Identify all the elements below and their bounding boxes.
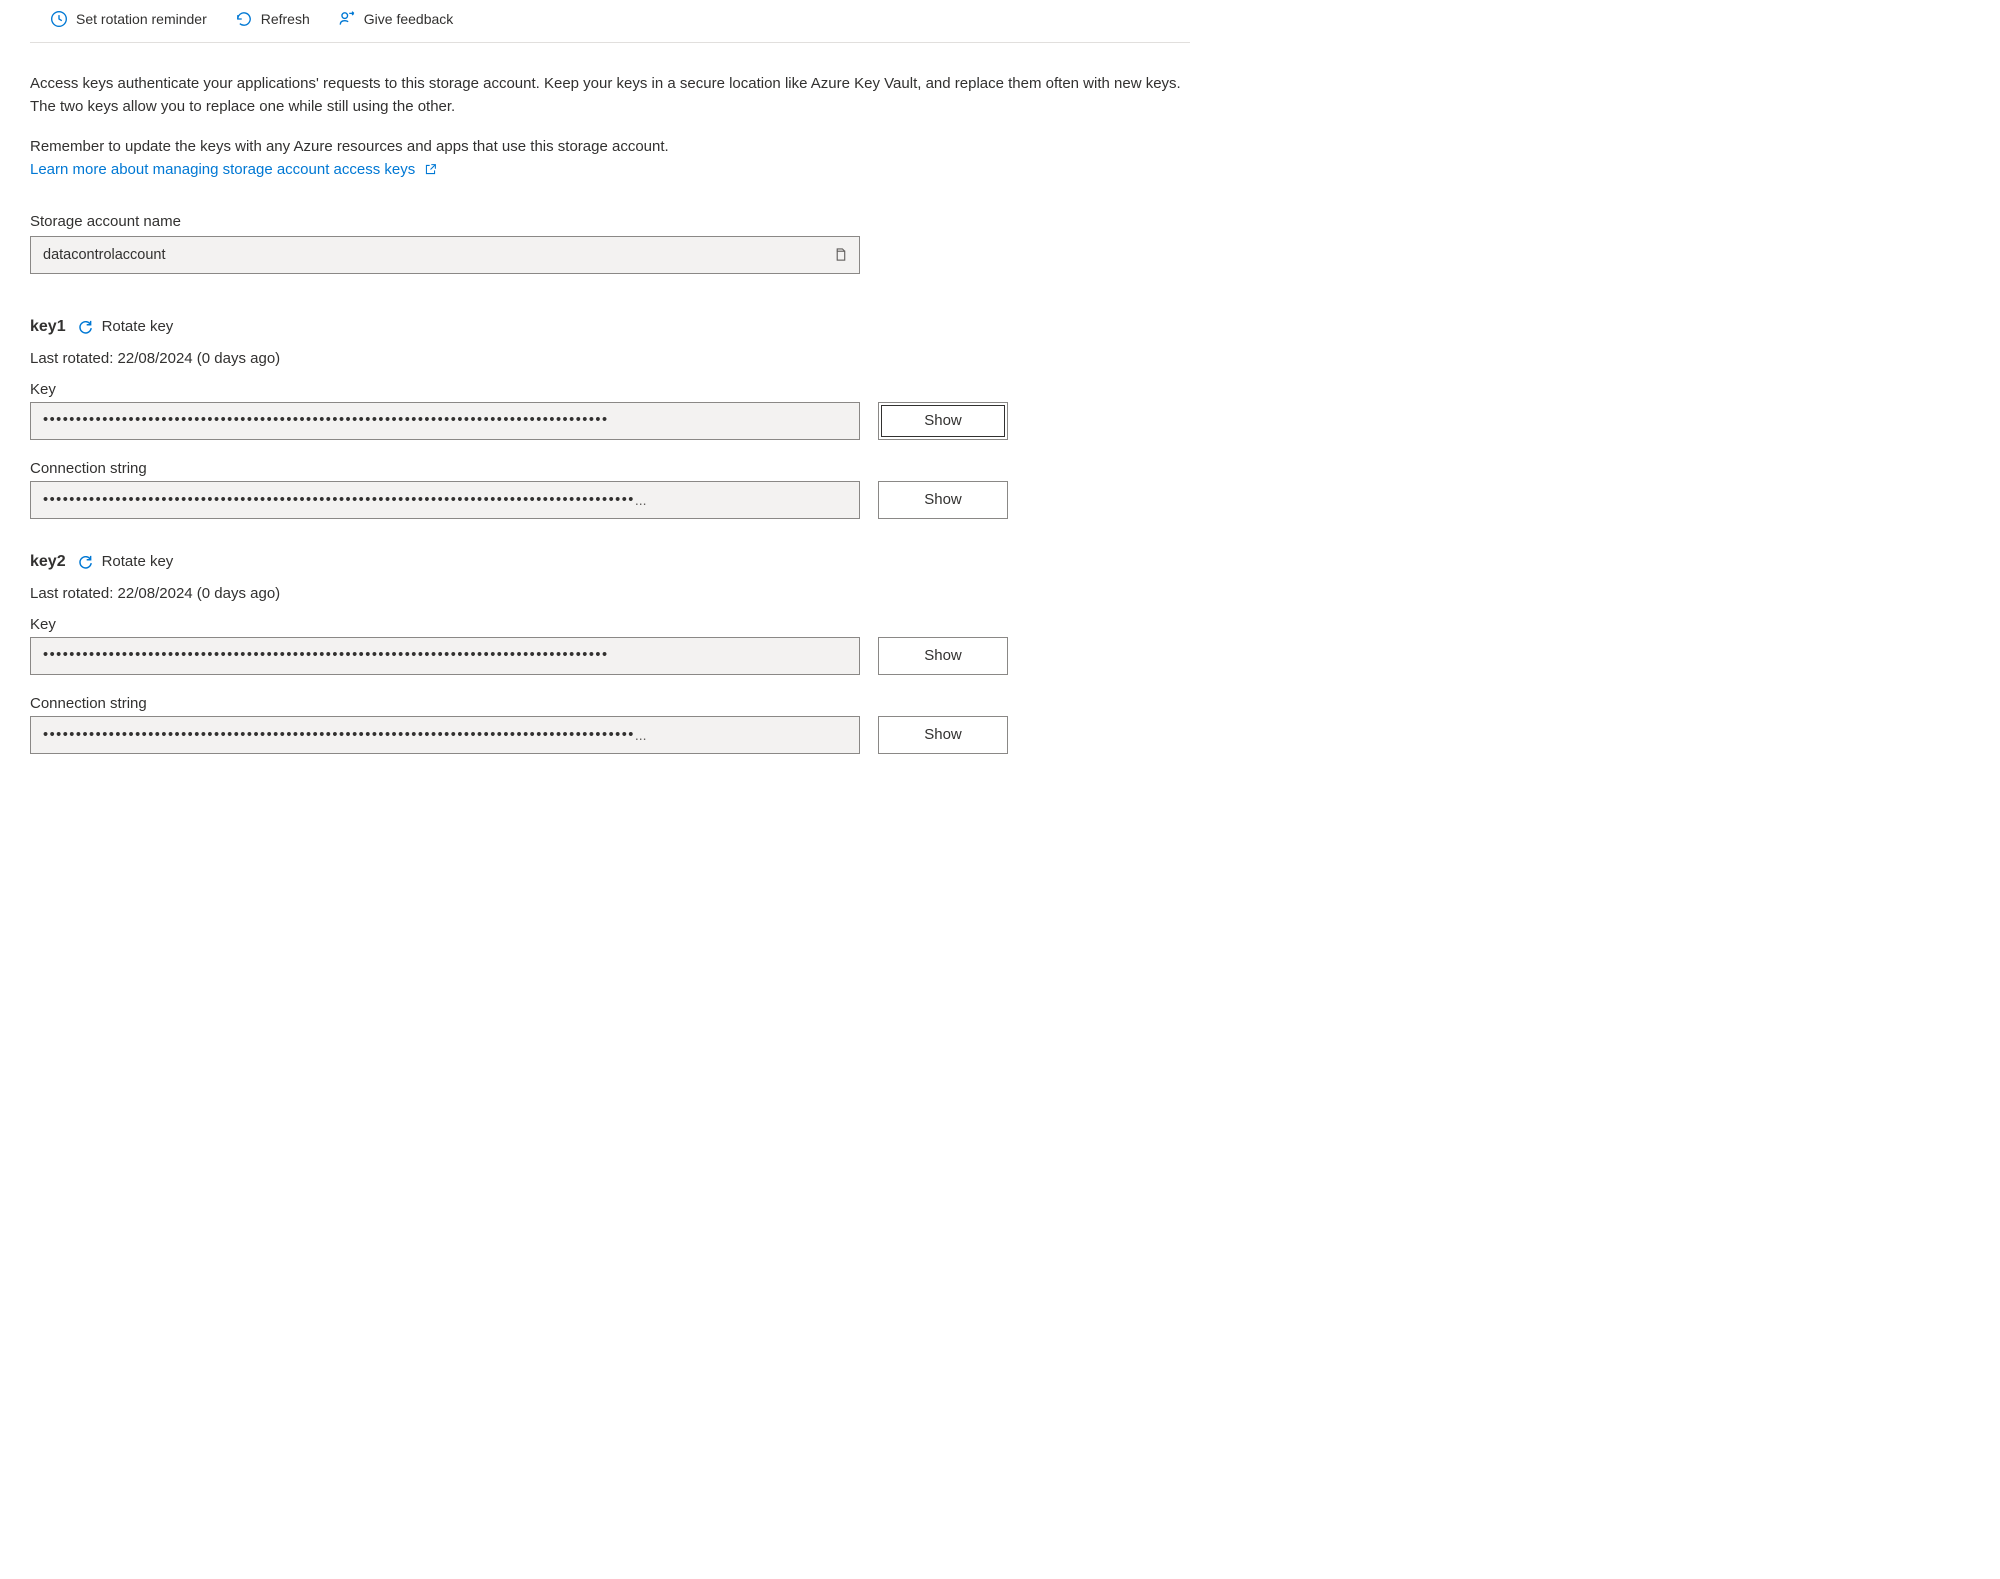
key2-key-field: ••••••••••••••••••••••••••••••••••••••••…	[30, 637, 860, 675]
clock-icon	[50, 10, 68, 28]
key1-conn-label: Connection string	[30, 460, 1190, 477]
refresh-button[interactable]: Refresh	[235, 10, 310, 28]
set-rotation-reminder-label: Set rotation reminder	[76, 11, 207, 27]
learn-more-label: Learn more about managing storage accoun…	[30, 161, 415, 178]
copy-storage-account-name-button[interactable]	[821, 237, 859, 273]
key1-conn-masked: ••••••••••••••••••••••••••••••••••••••••…	[31, 492, 859, 508]
refresh-icon	[235, 10, 253, 28]
key1-section: key1 Rotate key Last rotated: 22/08/2024…	[30, 318, 1190, 519]
learn-more-link[interactable]: Learn more about managing storage accoun…	[30, 161, 439, 179]
rotate-key2-button[interactable]: Rotate key	[76, 553, 174, 571]
key1-key-field: ••••••••••••••••••••••••••••••••••••••••…	[30, 402, 860, 440]
show-key1-button[interactable]: Show	[878, 402, 1008, 440]
key2-key-label: Key	[30, 616, 1190, 633]
reminder-text: Remember to update the keys with any Azu…	[30, 136, 1190, 159]
key2-conn-label: Connection string	[30, 695, 1190, 712]
set-rotation-reminder-button[interactable]: Set rotation reminder	[50, 10, 207, 28]
show-key1-conn-button[interactable]: Show	[878, 481, 1008, 519]
key2-last-rotated: Last rotated: 22/08/2024 (0 days ago)	[30, 585, 1190, 602]
storage-account-name-label: Storage account name	[30, 213, 1190, 230]
rotate-key1-button[interactable]: Rotate key	[76, 318, 174, 336]
copy-icon	[833, 247, 848, 262]
toolbar: Set rotation reminder Refresh Give feedb…	[30, 0, 1190, 43]
key1-key-label: Key	[30, 381, 1190, 398]
rotate-icon	[76, 553, 94, 571]
storage-account-name-field: datacontrolaccount	[30, 236, 860, 274]
key2-name: key2	[30, 553, 66, 571]
storage-account-name-group: Storage account name datacontrolaccount	[30, 213, 1190, 274]
rotate-key1-label: Rotate key	[102, 318, 174, 335]
key2-conn-field: ••••••••••••••••••••••••••••••••••••••••…	[30, 716, 860, 754]
intro-paragraph: Access keys authenticate your applicatio…	[30, 73, 1190, 118]
key2-section: key2 Rotate key Last rotated: 22/08/2024…	[30, 553, 1190, 754]
key1-name: key1	[30, 318, 66, 336]
show-key2-button[interactable]: Show	[878, 637, 1008, 675]
key1-last-rotated: Last rotated: 22/08/2024 (0 days ago)	[30, 350, 1190, 367]
show-key2-conn-button[interactable]: Show	[878, 716, 1008, 754]
storage-account-name-value: datacontrolaccount	[31, 247, 821, 263]
rotate-key2-label: Rotate key	[102, 553, 174, 570]
external-link-icon	[421, 161, 439, 179]
rotate-icon	[76, 318, 94, 336]
give-feedback-label: Give feedback	[364, 11, 454, 27]
refresh-label: Refresh	[261, 11, 310, 27]
key1-key-masked: ••••••••••••••••••••••••••••••••••••••••…	[31, 413, 859, 428]
feedback-icon	[338, 10, 356, 28]
key2-key-masked: ••••••••••••••••••••••••••••••••••••••••…	[31, 648, 859, 663]
key2-conn-masked: ••••••••••••••••••••••••••••••••••••••••…	[31, 727, 859, 743]
give-feedback-button[interactable]: Give feedback	[338, 10, 454, 28]
key1-conn-field: ••••••••••••••••••••••••••••••••••••••••…	[30, 481, 860, 519]
